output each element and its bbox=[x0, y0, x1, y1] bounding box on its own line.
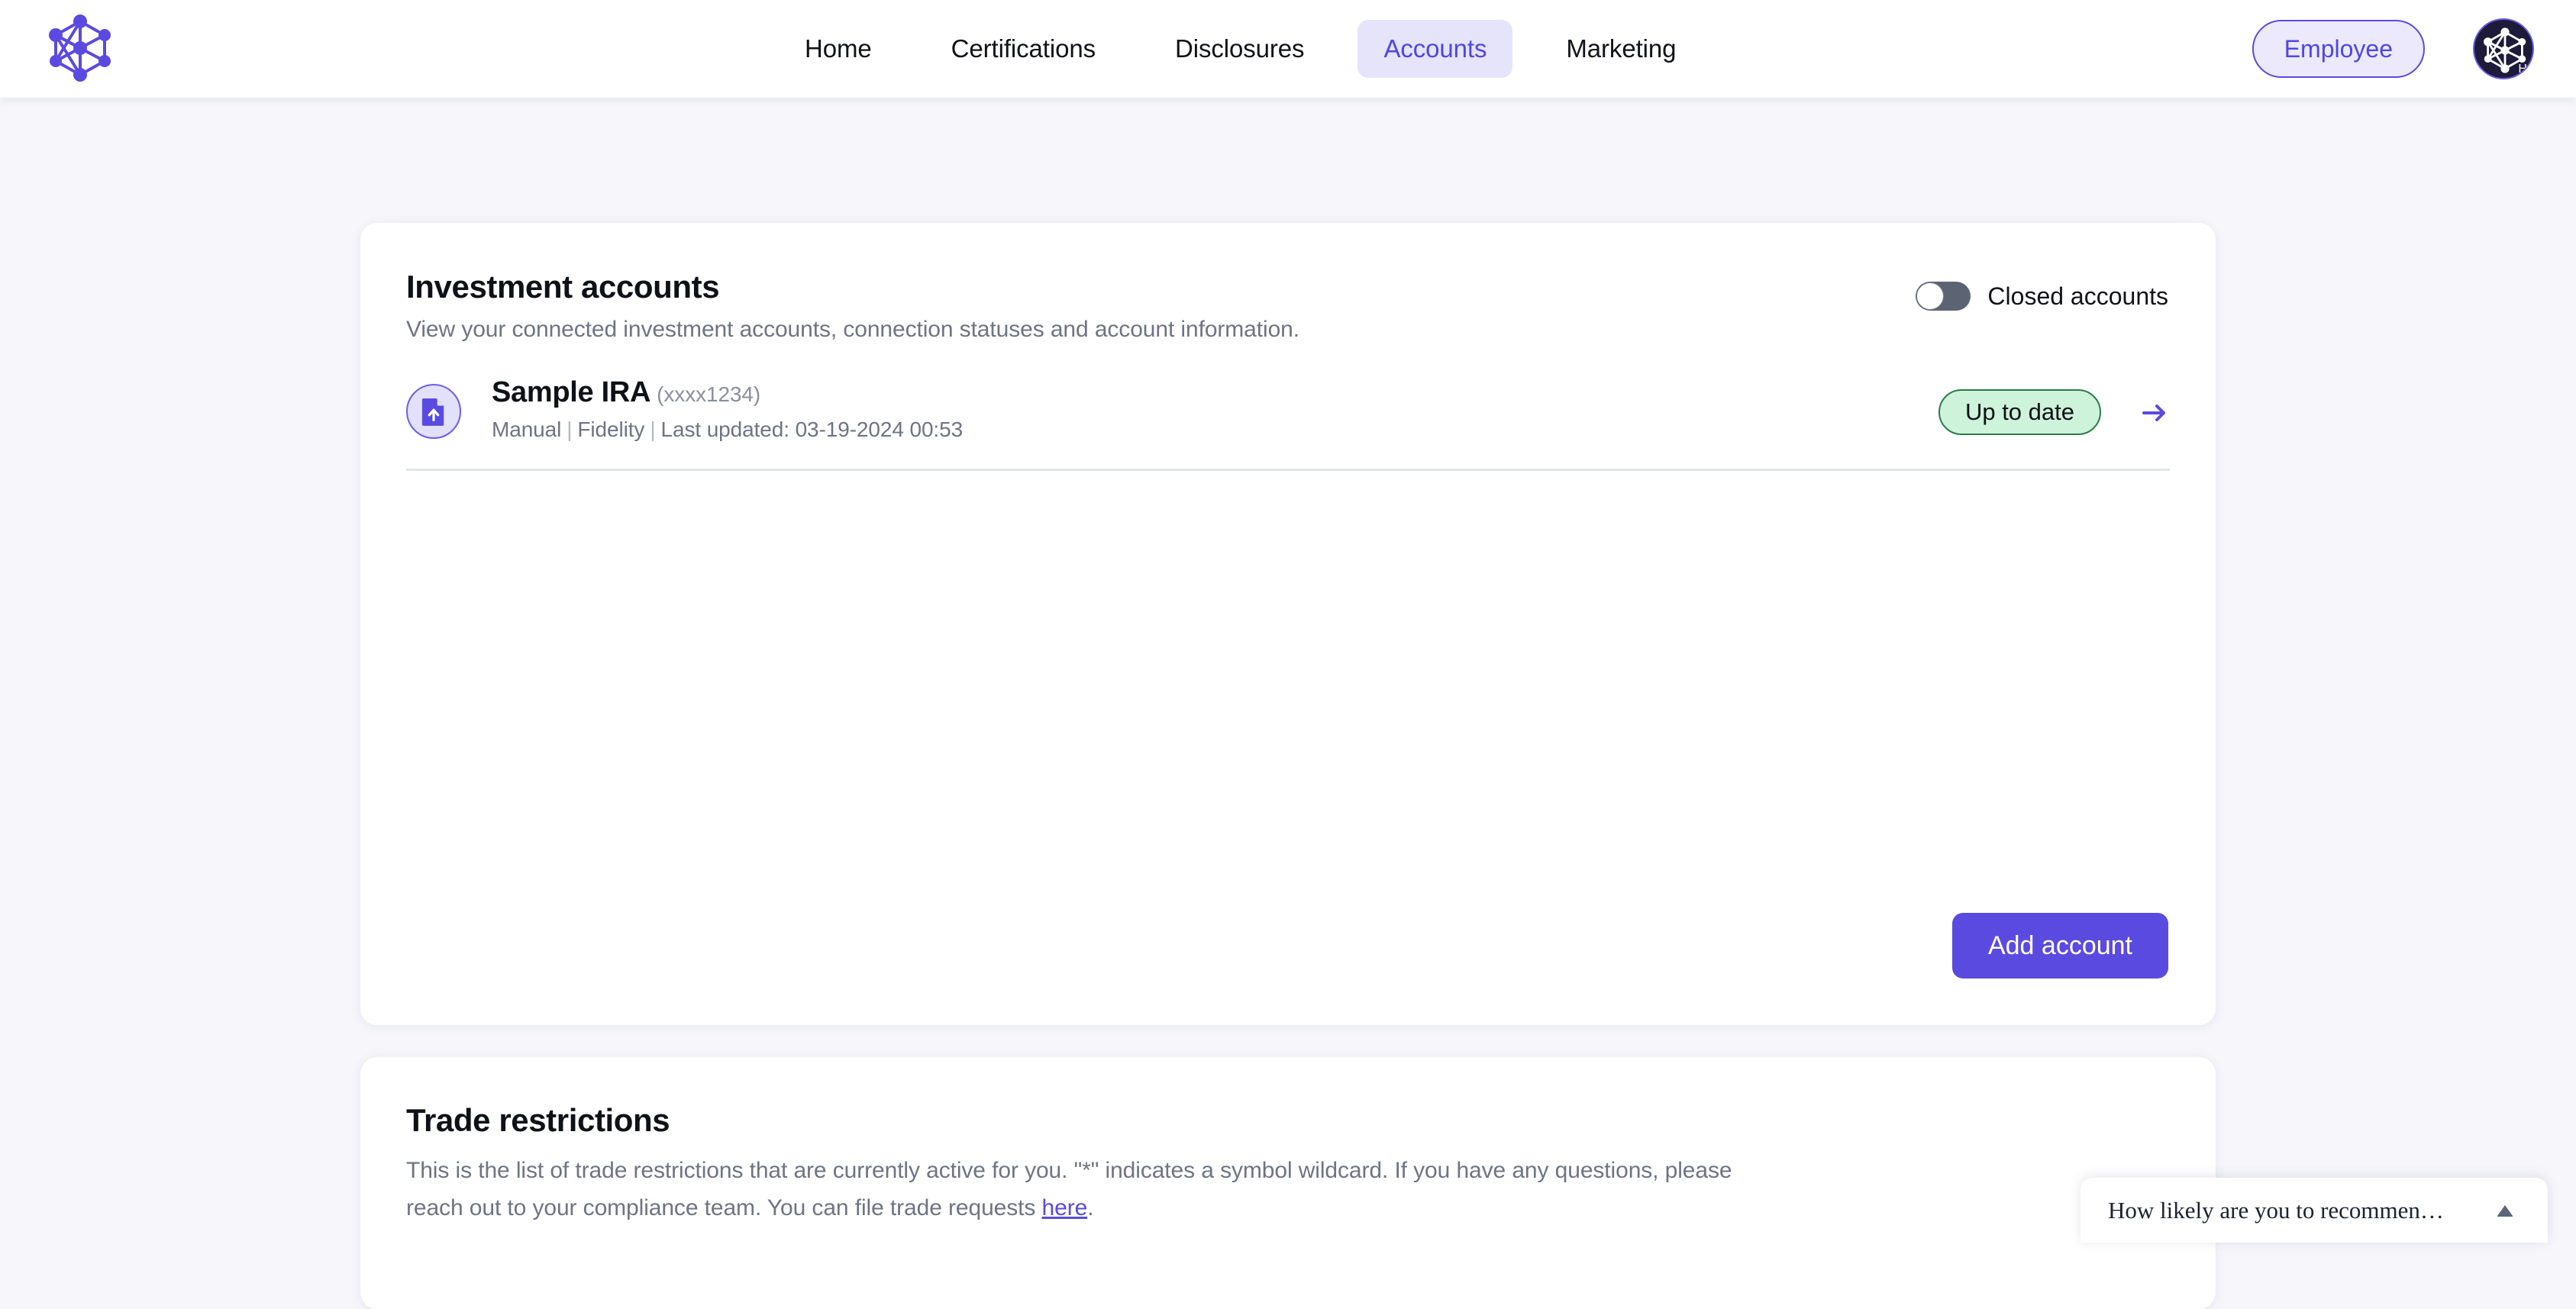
triangle-up-icon[interactable] bbox=[2491, 1197, 2519, 1224]
account-last-updated: Last updated: 03-19-2024 00:53 bbox=[660, 418, 964, 441]
row-divider bbox=[406, 469, 2170, 471]
main-content: Investment accounts View your connected … bbox=[0, 98, 2576, 1309]
file-trade-requests-link[interactable]: here bbox=[1042, 1195, 1088, 1220]
toggle-knob bbox=[1916, 282, 1945, 310]
arrow-right-icon[interactable] bbox=[2139, 398, 2170, 428]
nav-item-disclosures[interactable]: Disclosures bbox=[1149, 20, 1330, 78]
avatar[interactable]: H bbox=[2473, 18, 2534, 79]
account-institution: Fidelity bbox=[577, 418, 645, 441]
closed-accounts-toggle-group: Closed accounts bbox=[1916, 282, 2168, 311]
trade-restrictions-card: Trade restrictions This is the list of t… bbox=[360, 1057, 2216, 1309]
closed-accounts-toggle[interactable] bbox=[1916, 282, 1971, 311]
nav-item-home[interactable]: Home bbox=[779, 20, 898, 78]
page-subtitle: View your connected investment accounts,… bbox=[406, 317, 1299, 342]
account-meta: Manual | Fidelity | Last updated: 03-19-2024… bbox=[492, 418, 963, 442]
nav-item-certifications[interactable]: Certifications bbox=[925, 20, 1122, 78]
page-title: Investment accounts bbox=[406, 269, 720, 305]
main-nav: Home Certifications Disclosures Accounts… bbox=[779, 0, 1702, 98]
account-details: Sample IRA (xxxx1234) Manual | Fidelity | Las… bbox=[492, 376, 963, 442]
meta-separator: | bbox=[567, 418, 573, 441]
trade-restrictions-body: This is the list of trade restrictions t… bbox=[406, 1152, 1750, 1227]
closed-accounts-label: Closed accounts bbox=[1987, 282, 2168, 310]
status-badge[interactable]: Up to date bbox=[1938, 389, 2101, 435]
account-row[interactable]: Sample IRA (xxxx1234) Manual | Fidelity | Las… bbox=[406, 370, 2170, 468]
meta-separator: | bbox=[650, 418, 656, 441]
file-upload-icon bbox=[406, 384, 461, 439]
trade-restrictions-title: Trade restrictions bbox=[406, 1102, 670, 1138]
survey-widget[interactable]: How likely are you to recommen… bbox=[2080, 1178, 2548, 1243]
account-name-line: Sample IRA (xxxx1234) bbox=[492, 376, 963, 409]
app-logo-icon[interactable] bbox=[42, 10, 118, 86]
account-name: Sample IRA bbox=[492, 376, 651, 408]
survey-question: How likely are you to recommen… bbox=[2108, 1196, 2444, 1224]
role-badge-employee[interactable]: Employee bbox=[2252, 20, 2425, 78]
avatar-initial: H bbox=[2518, 63, 2527, 76]
restrictions-text-part2: . bbox=[1087, 1195, 1094, 1220]
investment-accounts-card: Investment accounts View your connected … bbox=[360, 223, 2216, 1025]
account-source: Manual bbox=[492, 418, 562, 441]
account-number: (xxxx1234) bbox=[657, 382, 761, 406]
add-account-button[interactable]: Add account bbox=[1951, 913, 2168, 979]
nav-item-marketing[interactable]: Marketing bbox=[1540, 20, 1702, 78]
nav-item-accounts[interactable]: Accounts bbox=[1357, 20, 1513, 78]
top-navigation-bar: Home Certifications Disclosures Accounts… bbox=[0, 0, 2576, 98]
